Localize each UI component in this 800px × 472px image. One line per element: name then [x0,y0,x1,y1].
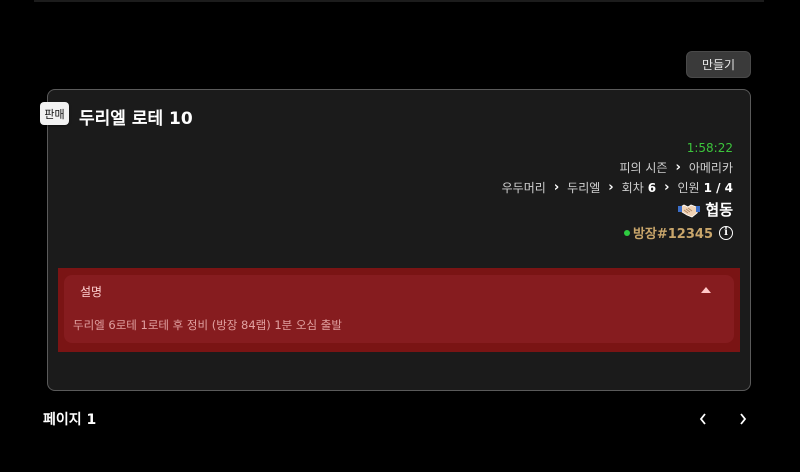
create-button[interactable]: 만들기 [686,51,751,78]
members-value: 1 / 4 [703,180,733,195]
online-status-dot [623,229,630,236]
run-details-row: 우두머리 › 두리엘 › 회차 6 › 인원 1 / 4 [502,179,733,196]
members-label: 인원 [677,181,700,195]
chevron-right-icon: › [553,180,560,195]
listing-title: 두리엘 로테 10 [79,109,193,129]
chevron-right-icon: › [664,180,670,195]
listing-timer: 1:58:22 [686,141,733,155]
season-region-row: 피의 시즌 › 아메리카 [619,159,733,176]
chevron-left-icon [699,413,706,425]
chevron-right-icon: › [675,160,681,175]
chevron-right-icon [740,413,747,425]
collapse-description-button[interactable] [699,284,713,296]
handshake-icon [678,201,701,219]
info-icon[interactable]: i [719,225,733,240]
boss-label: 두리엘 [567,181,601,195]
mode-row: 협동 [678,199,733,220]
chevron-right-icon: › [608,180,614,195]
page-indicator: 페이지 1 [43,412,97,428]
description-text: 두리엘 6로테 1로테 후 정비 (방장 84랩) 1분 오심 출발 [73,318,342,332]
host-row: 방장#12345 i [623,223,733,242]
season-label: 피의 시즌 [619,161,668,175]
next-page-button[interactable] [735,410,751,428]
sale-badge: 판매 [40,102,69,125]
top-divider [34,0,764,2]
region-label: 아메리카 [688,161,733,175]
difficulty-label: 우두머리 [501,181,546,195]
host-name: 방장#12345 [632,227,713,242]
runs-value: 6 [647,180,657,195]
description-label: 설명 [80,285,103,299]
mode-label: 협동 [705,201,733,219]
runs-label: 회차 [621,181,644,195]
previous-page-button[interactable] [695,410,711,428]
caret-up-icon [701,287,711,293]
